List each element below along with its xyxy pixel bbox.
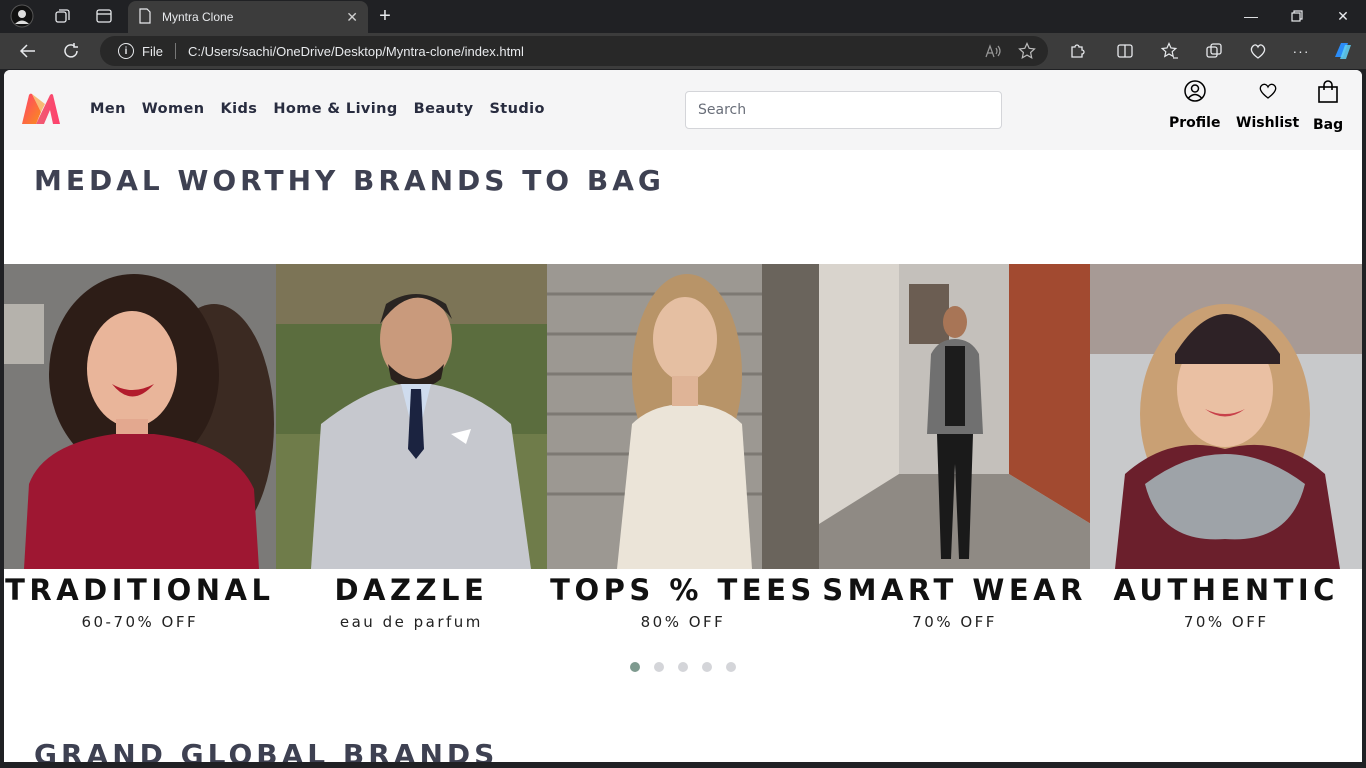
- favorites-icon[interactable]: [1157, 39, 1183, 63]
- carousel-dot-1[interactable]: [630, 662, 640, 672]
- url-text[interactable]: C:/Users/sachi/OneDrive/Desktop/Myntra-c…: [188, 44, 980, 59]
- extensions-icon[interactable]: [1064, 39, 1090, 63]
- banner-subtitle: 80% OFF: [640, 613, 726, 631]
- back-icon[interactable]: [15, 39, 41, 63]
- carousel-dots: [630, 662, 736, 672]
- carousel-dot-5[interactable]: [726, 662, 736, 672]
- banner-title: DAZZLE: [334, 573, 489, 607]
- restore-icon[interactable]: [1274, 4, 1320, 28]
- bag-label: Bag: [1313, 117, 1344, 133]
- main-nav: Men Women Kids Home & Living Beauty Stud…: [90, 101, 545, 117]
- brand-carousel: TRADITIONAL 60-70% OFF DAZZLE eau de par…: [4, 264, 1362, 636]
- wishlist-action[interactable]: Wishlist: [1236, 80, 1299, 131]
- favorite-star-icon[interactable]: [1014, 39, 1040, 63]
- nav-home-living[interactable]: Home & Living: [273, 101, 397, 117]
- banner-subtitle: 70% OFF: [1183, 613, 1269, 631]
- close-window-icon[interactable]: ✕: [1320, 4, 1366, 28]
- nav-men[interactable]: Men: [90, 101, 126, 117]
- browser-essentials-icon[interactable]: [1245, 39, 1271, 63]
- banner-title: TOPS % TEES: [550, 573, 816, 607]
- profile-avatar-icon[interactable]: [8, 4, 36, 28]
- address-bar[interactable]: i File C:/Users/sachi/OneDrive/Desktop/M…: [100, 36, 1048, 66]
- banner-caption: AUTHENTIC 70% OFF: [1090, 569, 1362, 636]
- refresh-icon[interactable]: [58, 39, 84, 63]
- section-title-medal: MEDAL WORTHY BRANDS TO BAG: [34, 164, 665, 197]
- profile-label: Profile: [1169, 115, 1221, 131]
- browser-tab-active[interactable]: Myntra Clone ✕: [128, 1, 368, 33]
- read-aloud-icon[interactable]: [980, 39, 1006, 63]
- collections-icon[interactable]: [1201, 39, 1227, 63]
- nav-studio[interactable]: Studio: [489, 101, 544, 117]
- page-viewport: Men Women Kids Home & Living Beauty Stud…: [4, 70, 1362, 762]
- minimize-icon[interactable]: —: [1228, 4, 1274, 28]
- carousel-dot-2[interactable]: [654, 662, 664, 672]
- banner-smart-wear[interactable]: SMART WEAR 70% OFF: [818, 264, 1091, 636]
- profile-icon: [1183, 80, 1206, 107]
- tab-title: Myntra Clone: [162, 10, 234, 24]
- section-title-grand: GRAND GLOBAL BRANDS: [34, 738, 499, 762]
- banner-title: TRADITIONAL: [5, 573, 275, 607]
- search-input[interactable]: [685, 91, 1002, 129]
- banner-authentic[interactable]: AUTHENTIC 70% OFF: [1090, 264, 1362, 636]
- tab-actions-icon[interactable]: [90, 4, 118, 28]
- banner-title: AUTHENTIC: [1113, 573, 1339, 607]
- nav-kids[interactable]: Kids: [221, 101, 258, 117]
- myntra-logo[interactable]: [20, 92, 62, 126]
- more-menu-icon[interactable]: ···: [1288, 39, 1314, 63]
- file-scheme-label: File: [142, 43, 163, 59]
- close-tab-icon[interactable]: ✕: [346, 9, 358, 26]
- heart-icon: [1257, 80, 1279, 107]
- banner-title: SMART WEAR: [822, 573, 1087, 607]
- banner-photo-woman-beanie: [1090, 264, 1362, 569]
- carousel-dot-3[interactable]: [678, 662, 688, 672]
- workspaces-icon[interactable]: [48, 4, 76, 28]
- banner-caption: TOPS % TEES 80% OFF: [547, 569, 819, 636]
- banner-traditional[interactable]: TRADITIONAL 60-70% OFF: [4, 264, 276, 636]
- site-header: Men Women Kids Home & Living Beauty Stud…: [4, 70, 1362, 150]
- carousel-dot-4[interactable]: [702, 662, 712, 672]
- banner-dazzle[interactable]: DAZZLE eau de parfum: [275, 264, 548, 636]
- banner-caption: TRADITIONAL 60-70% OFF: [4, 569, 276, 636]
- banner-subtitle: eau de parfum: [339, 613, 483, 631]
- banner-subtitle: 70% OFF: [912, 613, 997, 631]
- site-info-icon[interactable]: i: [118, 43, 134, 59]
- banner-photo-man-suit: [275, 264, 548, 569]
- profile-action[interactable]: Profile: [1169, 80, 1220, 131]
- bag-action[interactable]: Bag: [1313, 80, 1343, 133]
- banner-tops-tees[interactable]: TOPS % TEES 80% OFF: [547, 264, 819, 636]
- browser-toolbar: i File C:/Users/sachi/OneDrive/Desktop/M…: [0, 33, 1366, 69]
- banner-photo-woman-red: [4, 264, 276, 569]
- split-screen-icon[interactable]: [1112, 39, 1138, 63]
- banner-photo-man-alley: [818, 264, 1091, 569]
- nav-beauty[interactable]: Beauty: [414, 101, 474, 117]
- banner-photo-woman-white-dress: [547, 264, 819, 569]
- bag-icon: [1317, 80, 1339, 109]
- banner-caption: SMART WEAR 70% OFF: [818, 569, 1091, 636]
- banner-subtitle: 60-70% OFF: [81, 613, 199, 631]
- page-icon: [138, 7, 152, 27]
- address-separator: [174, 43, 176, 59]
- wishlist-label: Wishlist: [1236, 115, 1300, 131]
- new-tab-icon[interactable]: +: [372, 4, 398, 28]
- nav-women[interactable]: Women: [142, 101, 205, 117]
- browser-tab-bar: Myntra Clone ✕ + — ✕: [0, 0, 1366, 33]
- copilot-icon[interactable]: [1330, 39, 1356, 63]
- banner-caption: DAZZLE eau de parfum: [275, 569, 548, 636]
